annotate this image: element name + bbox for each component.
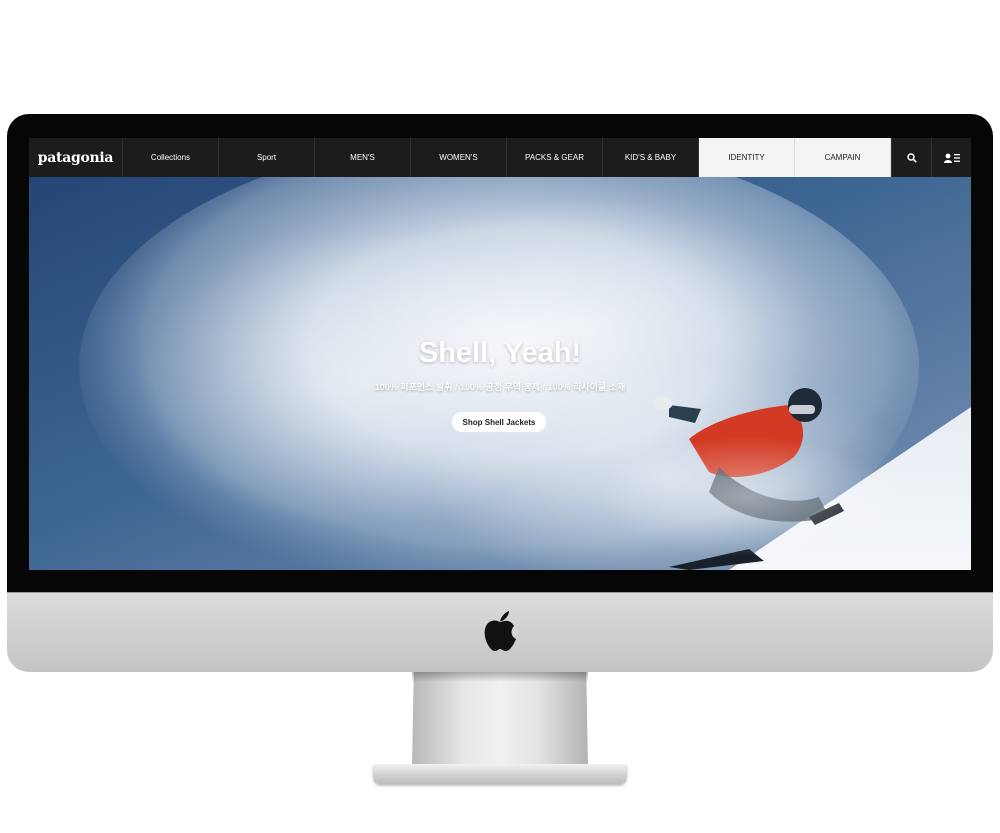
account-menu-button[interactable]	[931, 138, 971, 177]
account-menu-icon	[943, 153, 960, 163]
hero-title: Shell, Yeah!	[418, 337, 582, 369]
nav-item-campain[interactable]: CAMPAIN	[795, 138, 891, 177]
monitor-stand-foot	[373, 764, 627, 784]
patagonia-logo[interactable]: patagonia	[29, 138, 123, 177]
hero-subtitle: 100% 퍼포먼스 발휘 / 100% 공정 무역 봉제 / 100% 리사이클…	[374, 382, 626, 392]
apple-logo-icon	[484, 611, 518, 651]
nav-item-kids-baby[interactable]: KID'S & BABY	[603, 138, 699, 177]
nav-item-identity[interactable]: IDENTITY	[699, 138, 795, 177]
nav-item-womens[interactable]: WOMEN'S	[411, 138, 507, 177]
shop-shell-jackets-button[interactable]: Shop Shell Jackets	[452, 412, 546, 432]
search-button[interactable]	[891, 138, 931, 177]
nav-item-packs-gear[interactable]: PACKS & GEAR	[507, 138, 603, 177]
nav-item-collections[interactable]: Collections	[123, 138, 219, 177]
chin-divider	[7, 592, 993, 593]
website-screen: patagonia Collections Sport MEN'S WOMEN'…	[29, 138, 971, 570]
hero-snowboarder-image	[29, 177, 971, 570]
nav-item-mens[interactable]: MEN'S	[315, 138, 411, 177]
hero-banner: Shell, Yeah! 100% 퍼포먼스 발휘 / 100% 공정 무역 봉…	[29, 177, 971, 570]
stand-shadow	[412, 672, 588, 682]
search-icon	[906, 152, 917, 163]
monitor-stand	[412, 672, 588, 768]
top-navigation: patagonia Collections Sport MEN'S WOMEN'…	[29, 138, 971, 177]
nav-item-sport[interactable]: Sport	[219, 138, 315, 177]
